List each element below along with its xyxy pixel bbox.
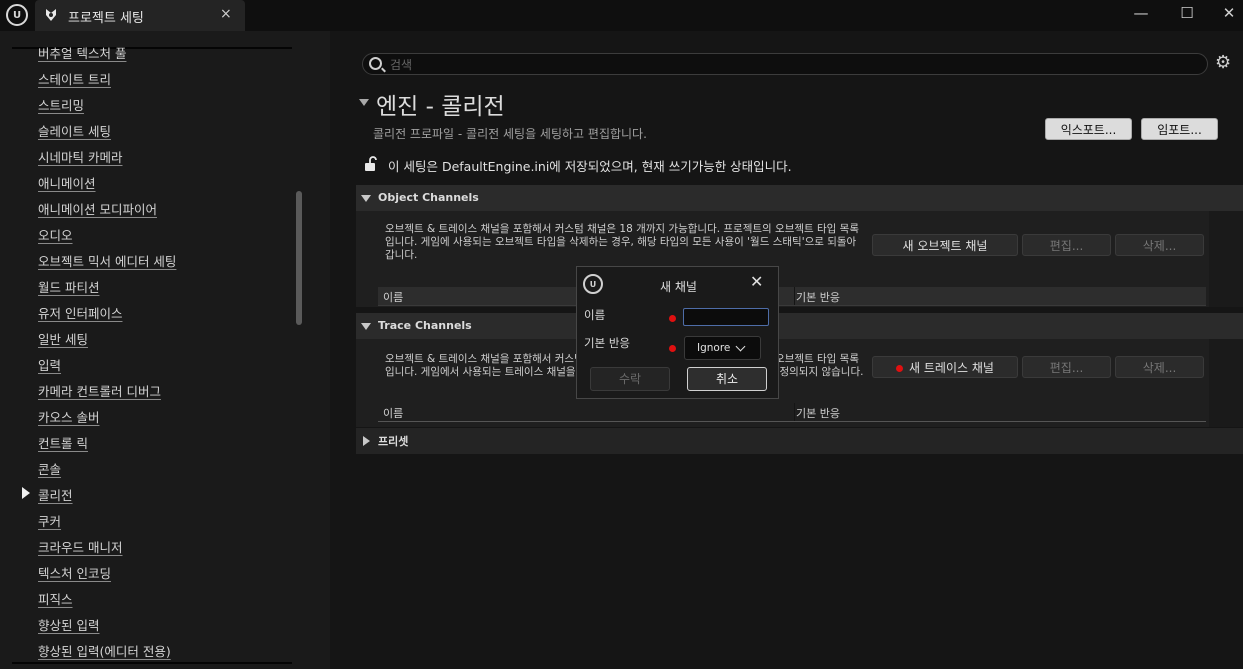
sidebar-item-object-mixer[interactable]: 오브젝트 믹서 에디터 세팅 — [38, 251, 176, 270]
column-name: 이름 — [383, 291, 404, 304]
sidebar-item-crowd-manager[interactable]: 크라우드 매니저 — [38, 537, 122, 556]
default-response-dropdown[interactable]: Ignore — [684, 336, 761, 360]
chevron-down-icon — [735, 341, 746, 352]
sidebar-scrollbar[interactable] — [296, 191, 302, 325]
title-bar: U 프로젝트 세팅 × — ☐ ✕ — [0, 0, 1243, 31]
minimize-button[interactable]: — — [1128, 2, 1154, 24]
unreal-logo-icon: U — [6, 4, 28, 26]
section-collapsed-icon — [363, 436, 370, 446]
sidebar-item-cinematic-camera[interactable]: 시네마틱 카메라 — [38, 147, 122, 166]
trace-channels-table-header: 이름 기본 반응 — [378, 403, 1206, 422]
sidebar-item-collision[interactable]: 콜리전 — [38, 485, 73, 504]
sidebar-item-camera-controller-debug[interactable]: 카메라 컨트롤러 디버그 — [38, 381, 161, 400]
default-response-value: Ignore — [697, 342, 731, 354]
settings-sliders-icon — [46, 9, 56, 21]
object-channels-body: 오브젝트 & 트레이스 채널을 포함해서 커스텀 채널은 18 개까지 가능합니… — [356, 211, 1243, 307]
channel-name-field[interactable] — [683, 308, 769, 326]
delete-trace-channel-button[interactable]: 삭제... — [1115, 356, 1204, 378]
tab-close-icon[interactable]: × — [220, 6, 232, 22]
export-button[interactable]: 익스포트... — [1045, 118, 1132, 140]
cancel-button[interactable]: 취소 — [687, 367, 767, 391]
selected-arrow-icon — [22, 487, 30, 499]
dialog-title: 새 채널 — [660, 280, 697, 294]
required-dot-icon — [669, 315, 676, 322]
column-name: 이름 — [383, 407, 404, 420]
new-trace-channel-button[interactable]: 새 트레이스 채널 — [872, 356, 1018, 378]
import-button[interactable]: 임포트... — [1141, 118, 1218, 140]
tab-project-settings[interactable]: 프로젝트 세팅 × — [35, 0, 245, 31]
red-dot-icon — [896, 365, 904, 372]
accept-button[interactable]: 수락 — [590, 367, 670, 391]
section-title: Object Channels — [378, 191, 479, 204]
sidebar-item-general-settings[interactable]: 일반 세팅 — [38, 329, 88, 348]
settings-details-panel: 검색 ⚙ 엔진 - 콜리전 콜리전 프로파일 - 콜리전 세팅을 세팅하고 편집… — [356, 31, 1243, 669]
sidebar-item-physics[interactable]: 피직스 — [38, 589, 73, 608]
delete-object-channel-button[interactable]: 삭제... — [1115, 234, 1204, 256]
collapse-triangle-icon[interactable] — [359, 99, 369, 106]
section-object-channels[interactable]: Object Channels — [356, 185, 1243, 211]
object-channels-table-header: 이름 기본 반응 — [378, 287, 1206, 306]
page-title: 엔진 - 콜리전 — [376, 94, 505, 120]
required-dot-icon — [669, 345, 676, 352]
new-channel-dialog: U 새 채널 ✕ 이름 기본 반응 Ignore 수락 취소 — [576, 266, 779, 399]
sidebar-item-streaming[interactable]: 스트리밍 — [38, 95, 84, 114]
sidebar-item-enhanced-input[interactable]: 향상된 입력 — [38, 615, 99, 634]
sidebar-item-state-tree[interactable]: 스테이트 트리 — [38, 69, 111, 88]
column-default-response: 기본 반응 — [796, 291, 840, 304]
sidebar-item-user-interface[interactable]: 유저 인터페이스 — [38, 303, 122, 322]
sidebar-item-cooker[interactable]: 쿠커 — [38, 511, 61, 530]
section-presets[interactable]: 프리셋 — [356, 428, 1243, 454]
sidebar-item-texture-encoding[interactable]: 텍스처 인코딩 — [38, 563, 111, 582]
tab-label: 프로젝트 세팅 — [68, 11, 144, 26]
default-response-label: 기본 반응 — [584, 336, 630, 350]
search-input[interactable]: 검색 — [362, 53, 1208, 75]
sidebar-item-input[interactable]: 입력 — [38, 355, 61, 374]
search-placeholder: 검색 — [390, 58, 413, 72]
sidebar-item-animation[interactable]: 애니메이션 — [38, 173, 96, 192]
column-default-response: 기본 반응 — [796, 407, 840, 420]
edit-trace-channel-button[interactable]: 편집... — [1022, 356, 1111, 378]
search-icon — [369, 57, 382, 70]
right-gutter — [1209, 339, 1243, 427]
edit-object-channel-button[interactable]: 편집... — [1022, 234, 1111, 256]
column-separator — [794, 287, 795, 305]
dialog-header: U 새 채널 ✕ — [577, 267, 778, 301]
trace-channels-body: 오브젝트 & 트레이스 채널을 포함해서 커스텀 채널은 18 개까지 가능합니… — [356, 339, 1243, 427]
new-object-channel-button[interactable]: 새 오브젝트 채널 — [872, 234, 1018, 256]
gear-icon[interactable]: ⚙ — [1215, 54, 1231, 72]
sidebar-item-chaos-solver[interactable]: 카오스 솔버 — [38, 407, 99, 426]
page-subtitle: 콜리전 프로파일 - 콜리전 세팅을 세팅하고 편집합니다. — [373, 127, 647, 141]
object-channels-description: 오브젝트 & 트레이스 채널을 포함해서 커스텀 채널은 18 개까지 가능합니… — [385, 223, 859, 261]
channel-name-label: 이름 — [584, 308, 606, 322]
sidebar-item-animation-modifier[interactable]: 애니메이션 모디파이어 — [38, 199, 157, 218]
panel-divider — [330, 31, 356, 669]
dialog-close-icon[interactable]: ✕ — [750, 272, 763, 291]
section-expand-icon — [361, 195, 371, 202]
sidebar-item-world-partition[interactable]: 월드 파티션 — [38, 277, 99, 296]
sidebar-item-console[interactable]: 콘솔 — [38, 459, 61, 478]
new-trace-channel-label: 새 트레이스 채널 — [909, 361, 994, 375]
sidebar-item-audio[interactable]: 오디오 — [38, 225, 73, 244]
unreal-logo-icon: U — [583, 274, 603, 294]
section-title: Trace Channels — [378, 319, 472, 332]
sidebar-item-enhanced-input-editor[interactable]: 향상된 입력(에디터 전용) — [38, 641, 171, 660]
column-separator — [794, 403, 795, 421]
maximize-button[interactable]: ☐ — [1174, 2, 1200, 24]
section-title: 프리셋 — [378, 435, 409, 448]
sidebar-item-slate-settings[interactable]: 슬레이트 세팅 — [38, 121, 111, 140]
settings-category-sidebar: 버추얼 텍스처 풀 스테이트 트리 스트리밍 슬레이트 세팅 시네마틱 카메라 … — [0, 31, 330, 669]
config-status-text: 이 세팅은 DefaultEngine.ini에 저장되었으며, 현재 쓰기가능… — [388, 159, 792, 174]
window-close-button[interactable]: ✕ — [1216, 2, 1242, 24]
sidebar-bottom-divider — [12, 662, 292, 664]
sidebar-item-control-rig[interactable]: 컨트롤 릭 — [38, 433, 88, 452]
section-expand-icon — [361, 323, 371, 330]
sidebar-item-virtual-texture-pool[interactable]: 버추얼 텍스처 풀 — [38, 43, 126, 62]
unlocked-icon — [365, 156, 377, 171]
section-trace-channels[interactable]: Trace Channels — [356, 313, 1243, 339]
right-gutter — [1209, 211, 1243, 307]
